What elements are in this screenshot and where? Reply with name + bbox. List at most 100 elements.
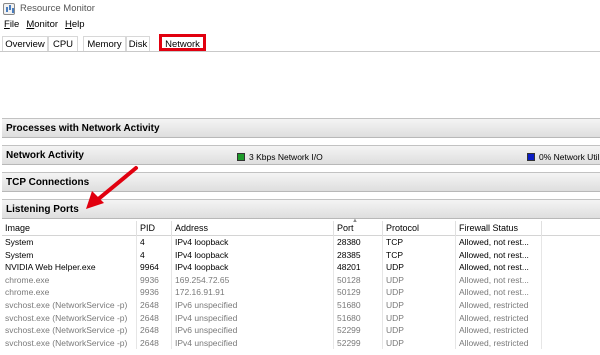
title-bar: Resource Monitor [0,0,600,17]
cell-protocol: TCP [383,248,456,262]
table-row[interactable]: System 4 IPv4 loopback 28380 TCP Allowed, not… [2,236,600,249]
cell-firewall-status: Allowed, not rest... [456,248,542,262]
cell-port: 48201 [334,261,383,274]
table-row[interactable]: NVIDIA Web Helper.exe 9964 IPv4 loopback 48… [2,261,600,274]
cell-pid: 2648 [137,298,172,312]
table-row[interactable]: svchost.exe (NetworkService -p) 2648 IPv6 … [2,324,600,337]
cell-image: svchost.exe (NetworkService -p) [2,298,137,312]
menu-bar: File Monitor Help [0,17,600,31]
sort-ascending-icon: ▲ [352,218,358,224]
graph-area [0,52,600,116]
table-row[interactable]: chrome.exe 9936 169.254.72.65 50128 UDP Allow… [2,273,600,287]
table-body: System 4 IPv4 loopback 28380 TCP Allowed, not… [2,236,600,350]
column-header-pid[interactable]: PID [137,221,172,236]
menu-file[interactable]: File [4,19,19,30]
section-network-activity-title: Network Activity [6,149,84,161]
cell-firewall-status: Allowed, not rest... [456,286,542,299]
table-row[interactable]: chrome.exe 9936 172.16.91.91 50129 UDP Allowe… [2,286,600,299]
tab-overview[interactable]: Overview [2,36,48,51]
cell-pid: 4 [137,236,172,249]
cell-image: svchost.exe (NetworkService -p) [2,336,137,350]
cell-address: IPv4 unspecified [172,336,334,350]
table-row[interactable]: svchost.exe (NetworkService -p) 2648 IPv4 … [2,336,600,350]
section-network-activity-header[interactable]: Network Activity 3 Kbps Network I/O 0% N… [2,145,600,165]
table-header: Image PID Address Port ▲ Protocol Firewa… [2,218,600,236]
cell-image: System [2,248,137,262]
cell-pid: 2648 [137,324,172,337]
cell-pid: 9936 [137,286,172,299]
cell-protocol: TCP [383,236,456,249]
cell-port: 51680 [334,298,383,312]
cell-port: 50129 [334,286,383,299]
column-header-address[interactable]: Address [172,221,334,236]
cell-protocol: UDP [383,286,456,299]
network-io-text: 3 Kbps Network I/O [249,152,323,162]
menu-monitor[interactable]: Monitor [26,19,58,30]
table-row[interactable]: System 4 IPv4 loopback 28385 TCP Allowed, not… [2,248,600,262]
cell-image: chrome.exe [2,273,137,287]
cell-protocol: UDP [383,298,456,312]
cell-address: IPv6 unspecified [172,298,334,312]
column-header-firewall-status[interactable]: Firewall Status [456,221,542,236]
tab-cpu[interactable]: CPU [48,36,78,51]
cell-port: 52299 [334,324,383,337]
cell-port: 50128 [334,273,383,287]
cell-address: IPv4 loopback [172,261,334,274]
section-processes-header[interactable]: Processes with Network Activity [2,118,600,138]
cell-image: svchost.exe (NetworkService -p) [2,324,137,337]
tab-bar: Overview CPU Memory Disk Network [0,34,600,52]
cell-protocol: UDP [383,336,456,350]
menu-help[interactable]: Help [65,19,85,30]
cell-address: IPv4 unspecified [172,311,334,325]
cell-image: NVIDIA Web Helper.exe [2,261,137,274]
cell-firewall-status: Allowed, restricted [456,324,542,337]
cell-pid: 4 [137,248,172,262]
network-io-legend-swatch [237,153,245,161]
cell-image: System [2,236,137,249]
cell-address: IPv4 loopback [172,236,334,249]
network-util-text: 0% Network Util [539,152,600,162]
cell-firewall-status: Allowed, restricted [456,298,542,312]
section-listening-ports-title: Listening Ports [6,203,79,215]
column-header-port[interactable]: Port [334,221,383,236]
column-header-protocol[interactable]: Protocol [383,221,456,236]
tab-memory[interactable]: Memory [83,36,126,51]
table-row[interactable]: svchost.exe (NetworkService -p) 2648 IPv4 … [2,311,600,325]
cell-firewall-status: Allowed, restricted [456,336,542,350]
cell-pid: 2648 [137,311,172,325]
cell-pid: 9964 [137,261,172,274]
cell-image: svchost.exe (NetworkService -p) [2,311,137,325]
cell-pid: 9936 [137,273,172,287]
network-util-legend-swatch [527,153,535,161]
cell-firewall-status: Allowed, restricted [456,311,542,325]
column-header-image[interactable]: Image [2,221,137,236]
listening-ports-table: Image PID Address Port ▲ Protocol Firewa… [2,218,600,350]
window-title: Resource Monitor [20,3,95,14]
cell-protocol: UDP [383,324,456,337]
table-row[interactable]: svchost.exe (NetworkService -p) 2648 IPv6 … [2,298,600,312]
cell-pid: 2648 [137,336,172,350]
cell-protocol: UDP [383,273,456,287]
tab-disk[interactable]: Disk [126,36,150,51]
cell-port: 28385 [334,248,383,262]
cell-address: 169.254.72.65 [172,273,334,287]
cell-address: IPv6 unspecified [172,324,334,337]
cell-firewall-status: Allowed, not rest... [456,236,542,249]
resource-monitor-icon [3,2,15,15]
section-tcp-title: TCP Connections [6,176,90,188]
cell-address: IPv4 loopback [172,248,334,262]
cell-firewall-status: Allowed, not rest... [456,273,542,287]
network-io-summary: 3 Kbps Network I/O [237,152,323,162]
annotation-arrow-icon [86,166,138,209]
cell-port: 28380 [334,236,383,249]
cell-port: 51680 [334,311,383,325]
cell-address: 172.16.91.91 [172,286,334,299]
network-util-summary: 0% Network Util [527,152,599,162]
cell-image: chrome.exe [2,286,137,299]
tab-network[interactable]: Network [159,34,206,51]
cell-firewall-status: Allowed, not rest... [456,261,542,274]
cell-protocol: UDP [383,311,456,325]
cell-port: 52299 [334,336,383,350]
section-processes-title: Processes with Network Activity [6,122,160,134]
cell-protocol: UDP [383,261,456,274]
